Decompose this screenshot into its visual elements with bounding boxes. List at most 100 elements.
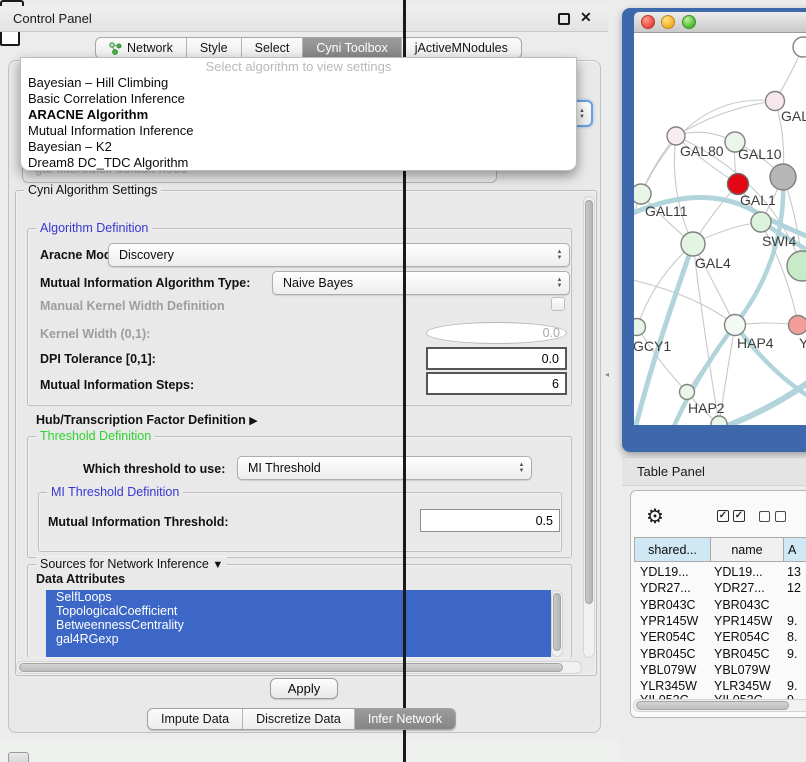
attr-item-selected[interactable]: TopologicalCoefficient [46, 604, 551, 618]
network-window-titlebar[interactable] [634, 12, 806, 33]
hub-definition-expander[interactable]: Hub/Transcription Factor Definition ▶ [36, 413, 258, 427]
node-label: GAL1 [740, 192, 776, 208]
attr-item-selected[interactable]: SelfLoops [46, 590, 551, 604]
select-all-checkbox-icon[interactable]: ✓ [717, 510, 729, 522]
minimize-traffic-light-icon[interactable] [661, 15, 675, 29]
mi-steps-field[interactable]: 6 [426, 372, 567, 395]
table-cell[interactable]: YDL19... [640, 565, 689, 579]
gear-icon[interactable]: ⚙ [646, 504, 664, 529]
table-cell[interactable]: 8. [787, 630, 797, 644]
apply-button[interactable]: Apply [270, 678, 338, 699]
node[interactable] [711, 416, 727, 425]
table-cell[interactable]: 12 [787, 581, 801, 595]
attr-item-selected[interactable]: BetweennessCentrality [46, 618, 551, 632]
node-label: HAP2 [688, 400, 725, 416]
node-gray[interactable] [770, 164, 796, 190]
tab-discretize-data[interactable]: Discretize Data [243, 709, 355, 729]
table-cell[interactable]: YBL079W [714, 663, 770, 677]
table-cell[interactable]: YLR345W [714, 679, 771, 693]
tab-select[interactable]: Select [242, 38, 304, 58]
which-threshold-combo[interactable]: MI Threshold ▲▼ [237, 456, 532, 480]
tab-cyni-toolbox[interactable]: Cyni Toolbox [303, 38, 401, 58]
mi-type-combo[interactable]: Naive Bayes ▲▼ [272, 271, 570, 295]
table-cell[interactable]: 9. [787, 614, 797, 628]
table-cell[interactable]: YBR045C [714, 647, 770, 661]
table-cell[interactable]: 9. [787, 647, 797, 661]
kernel-width-field[interactable]: 0.0 [426, 322, 567, 344]
combo-spinner-icon: ▲▼ [515, 459, 528, 477]
node-hap4[interactable] [725, 315, 746, 336]
dropdown-item[interactable]: Bayesian – Hill Climbing [21, 75, 576, 91]
table-cell[interactable]: YBR043C [714, 598, 770, 612]
attr-list-scrollbar[interactable] [551, 590, 563, 657]
node-gal1[interactable] [751, 212, 771, 232]
node[interactable] [793, 37, 806, 57]
data-attributes-list[interactable]: SelfLoops TopologicalCoefficient Between… [46, 590, 551, 657]
table-cell[interactable]: 13 [787, 565, 801, 579]
settings-hscroll-thumb[interactable] [19, 663, 563, 672]
table-cell[interactable]: YER054C [640, 630, 696, 644]
sources-legend-label: Sources for Network Inference [40, 557, 209, 571]
node-salmon[interactable] [789, 316, 806, 335]
tab-jactivemnodules-label: jActiveMNodules [415, 41, 508, 55]
table-cell[interactable]: YDL19... [714, 565, 763, 579]
table-cell[interactable]: YBR043C [640, 598, 696, 612]
table-cell[interactable]: YER054C [714, 630, 770, 644]
table-cell[interactable]: YBR045C [640, 647, 696, 661]
node-green-large[interactable] [787, 251, 806, 281]
deselect-all-checkbox-icon[interactable] [775, 511, 786, 522]
maximize-traffic-light-icon[interactable] [682, 15, 696, 29]
attr-list-scroll-thumb[interactable] [553, 593, 561, 651]
dropdown-item[interactable]: Dream8 DC_TDC Algorithm [21, 155, 576, 171]
node-hap2[interactable] [680, 385, 695, 400]
column-header-cut[interactable]: A [783, 537, 806, 562]
aracne-mode-combo[interactable]: Discovery ▲▼ [108, 243, 570, 267]
node-label: GCY1 [634, 338, 671, 354]
node-gal4[interactable] [681, 232, 705, 256]
node-label: GAL80 [680, 143, 724, 159]
tab-jactivemnodules[interactable]: jActiveMNodules [402, 38, 521, 58]
tab-select-label: Select [255, 41, 290, 55]
node-gal11[interactable] [634, 184, 651, 204]
dropdown-item[interactable]: Mutual Information Inference [21, 123, 576, 139]
tab-impute-data[interactable]: Impute Data [148, 709, 243, 729]
apply-button-label: Apply [288, 681, 321, 696]
table-cell[interactable]: YBL079W [640, 663, 696, 677]
splitter-handle-icon[interactable]: ◂ [605, 369, 615, 381]
column-header-name[interactable]: name [710, 537, 784, 562]
dropdown-item-selected[interactable]: ARACNE Algorithm [21, 107, 576, 123]
attr-item-selected[interactable]: gal4RGexp [46, 632, 551, 646]
sources-legend[interactable]: Sources for Network Inference ▼ [36, 557, 227, 571]
tab-infer-network[interactable]: Infer Network [355, 709, 455, 729]
settings-vscroll-thumb[interactable] [585, 200, 593, 604]
table-cell[interactable]: YDR27... [714, 581, 765, 595]
deselect-all-checkbox-icon[interactable] [759, 511, 770, 522]
column-header-shared-name[interactable]: shared... [634, 537, 711, 562]
dropdown-item[interactable]: Basic Correlation Inference [21, 91, 576, 107]
select-all-checkbox-icon[interactable]: ✓ [733, 510, 745, 522]
table-cell[interactable]: YDR27... [640, 581, 691, 595]
close-icon[interactable]: ✕ [580, 9, 592, 26]
table-cell[interactable]: YLR345W [640, 679, 697, 693]
dpi-tolerance-field[interactable]: 0.0 [426, 347, 567, 370]
network-canvas[interactable]: GAL GAL80 GAL10 GAL11 GAL1 SWI4 GAL4 GCY… [634, 33, 806, 425]
algorithm-definition-legend: Algorithm Definition [36, 221, 152, 235]
tab-style[interactable]: Style [187, 38, 242, 58]
node-gcy1[interactable] [634, 319, 646, 336]
table-horizontal-scrollbar[interactable] [633, 699, 806, 712]
minimized-panel-icon[interactable] [8, 752, 29, 762]
attr-item-selected[interactable] [46, 646, 551, 657]
float-window-icon[interactable] [558, 13, 570, 25]
settings-vertical-scrollbar[interactable] [583, 196, 595, 658]
close-traffic-light-icon[interactable] [641, 15, 655, 29]
table-hscroll-thumb[interactable] [636, 701, 789, 710]
settings-horizontal-scrollbar[interactable] [16, 661, 582, 674]
table-cell[interactable]: YPR145W [640, 614, 698, 628]
dropdown-item[interactable]: Bayesian – K2 [21, 139, 576, 155]
tab-network[interactable]: Network [96, 38, 187, 58]
table-cell[interactable]: 9. [787, 679, 797, 693]
mi-threshold-field[interactable]: 0.5 [420, 509, 560, 532]
manual-kernel-checkbox[interactable] [551, 297, 565, 311]
node-label: HAP4 [737, 335, 774, 351]
table-cell[interactable]: YPR145W [714, 614, 772, 628]
